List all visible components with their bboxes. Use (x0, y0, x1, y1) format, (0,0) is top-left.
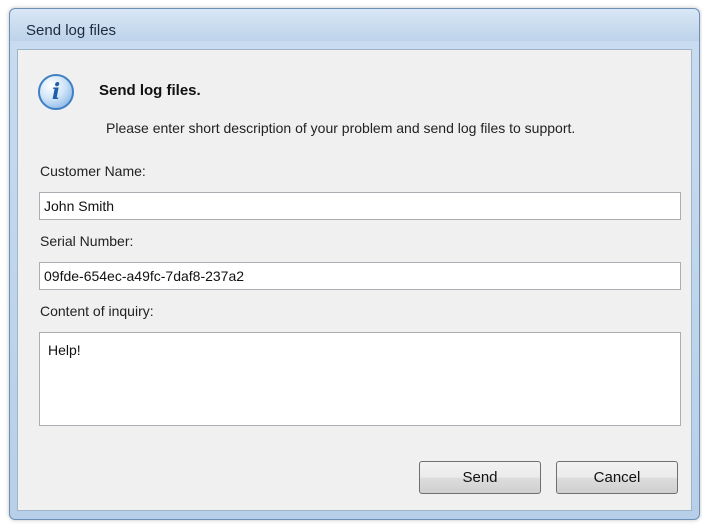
serial-number-input[interactable] (39, 262, 681, 290)
dialog-heading: Send log files. (99, 82, 201, 99)
inquiry-label: Content of inquiry: (40, 303, 154, 319)
inquiry-textarea[interactable]: Help! (39, 332, 681, 426)
customer-name-input[interactable] (39, 192, 681, 220)
info-icon-glyph: i (51, 79, 61, 105)
title-bar[interactable]: Send log files (10, 9, 699, 41)
dialog-window: Send log files i Send log files. Please … (9, 8, 700, 520)
info-icon: i (38, 74, 74, 110)
send-button[interactable]: Send (419, 461, 541, 494)
cancel-button[interactable]: Cancel (556, 461, 678, 494)
serial-number-label: Serial Number: (40, 233, 134, 249)
dialog-description: Please enter short description of your p… (106, 120, 576, 136)
customer-name-label: Customer Name: (40, 163, 146, 179)
dialog-body: i Send log files. Please enter short des… (17, 49, 692, 511)
window-title: Send log files (26, 22, 117, 39)
